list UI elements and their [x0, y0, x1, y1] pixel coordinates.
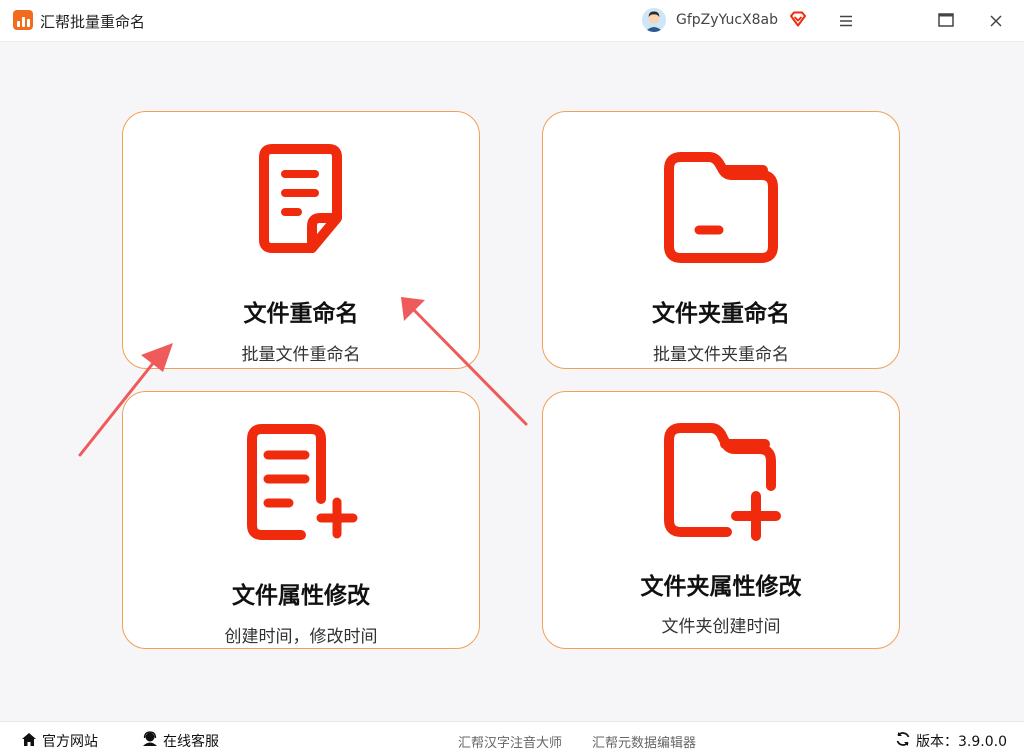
title-bar: 汇帮批量重命名 GfpZyYucX8ab	[0, 0, 1024, 42]
version-info[interactable]: 版本：3.9.0.0	[895, 731, 1007, 751]
card-subtitle: 文件夹创建时间	[661, 617, 781, 637]
document-icon	[246, 142, 356, 266]
vip-diamond-icon[interactable]	[789, 11, 807, 31]
menu-button[interactable]	[831, 6, 861, 36]
official-website-label: 官方网站	[42, 734, 98, 750]
menu-icon	[839, 12, 853, 31]
metadata-editor-app-link[interactable]: 汇帮元数据编辑器	[592, 732, 696, 751]
document-add-icon	[239, 419, 363, 547]
online-support-link[interactable]: 在线客服	[142, 731, 219, 751]
card-title: 文件夹属性修改	[640, 574, 802, 600]
close-icon	[990, 12, 1002, 31]
home-icon	[21, 732, 37, 751]
customer-service-icon	[142, 731, 158, 751]
card-title: 文件属性修改	[232, 583, 370, 609]
official-website-link[interactable]: 官方网站	[21, 731, 98, 751]
footer-bar: 官方网站 在线客服 汇帮汉字注音大师 汇帮元数据编辑器 版本：3.9.0.0	[0, 721, 1024, 756]
maximize-button[interactable]	[931, 6, 961, 36]
file-rename-card[interactable]: 文件重命名 批量文件重命名	[122, 111, 480, 369]
username[interactable]: GfpZyYucX8ab	[676, 12, 778, 28]
file-attribute-card[interactable]: 文件属性修改 创建时间，修改时间	[122, 391, 480, 649]
app-title: 汇帮批量重命名	[40, 13, 146, 31]
online-support-label: 在线客服	[163, 734, 219, 750]
folder-icon	[659, 150, 783, 268]
folder-attribute-card[interactable]: 文件夹属性修改 文件夹创建时间	[542, 391, 900, 649]
close-button[interactable]	[981, 6, 1011, 36]
app-logo	[13, 10, 33, 30]
card-subtitle: 批量文件夹重命名	[653, 345, 789, 365]
card-subtitle: 创建时间，修改时间	[224, 627, 378, 647]
hanzi-pinyin-app-link[interactable]: 汇帮汉字注音大师	[458, 732, 562, 751]
maximize-icon	[938, 12, 954, 31]
folder-add-icon	[659, 418, 783, 546]
refresh-icon	[895, 731, 911, 751]
user-avatar[interactable]	[642, 8, 666, 32]
card-title: 文件重命名	[243, 301, 359, 327]
card-subtitle: 批量文件重命名	[241, 345, 361, 365]
version-label: 版本：3.9.0.0	[916, 734, 1007, 750]
folder-rename-card[interactable]: 文件夹重命名 批量文件夹重命名	[542, 111, 900, 369]
card-title: 文件夹重命名	[652, 301, 790, 327]
